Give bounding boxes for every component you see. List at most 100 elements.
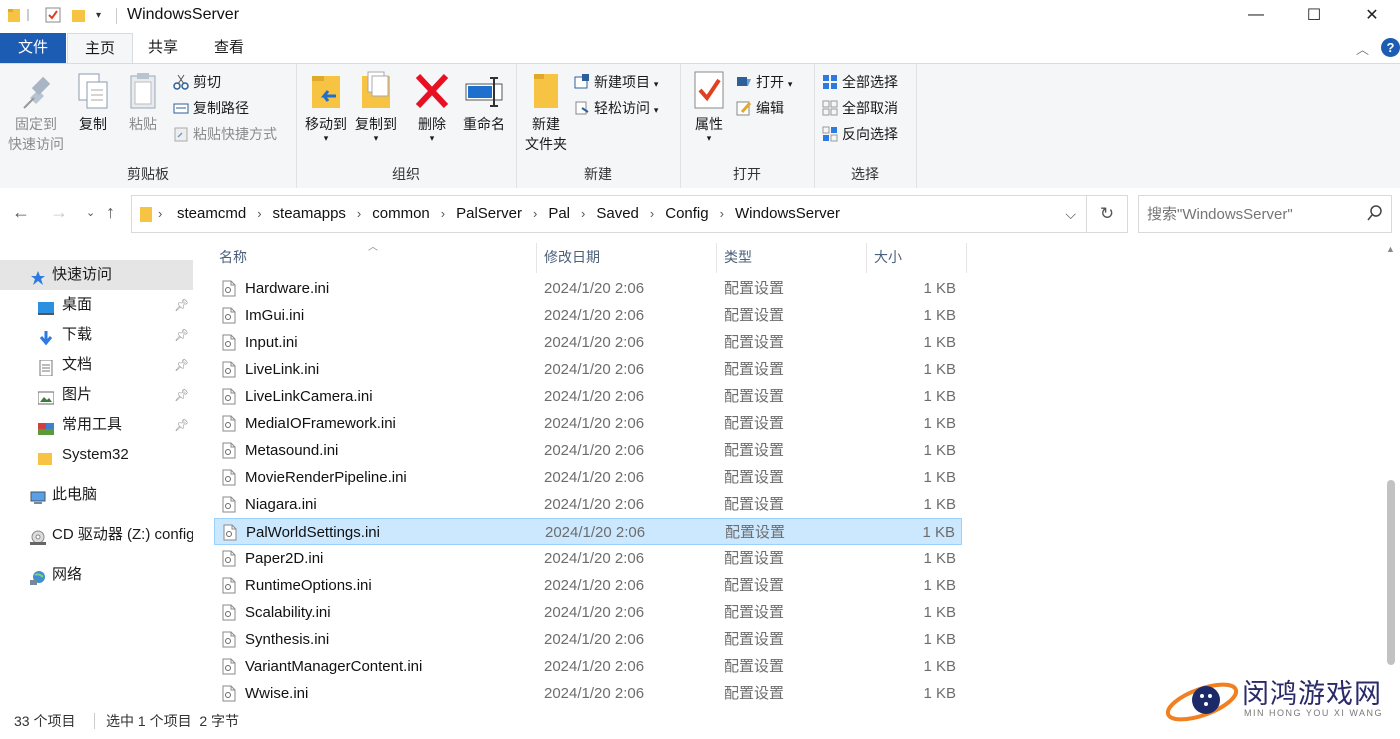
cut-button[interactable]: 剪切 [173, 71, 221, 93]
customize-toolbar-icon[interactable]: ▾ [96, 10, 106, 26]
select-none-button[interactable]: 全部取消 [822, 97, 898, 119]
table-row[interactable]: LiveLink.ini 2024/1/20 2:06 配置设置 1 KB [214, 356, 962, 383]
breadcrumb-item[interactable]: steamcmd [177, 205, 246, 222]
breadcrumb-chevron-icon[interactable]: › [650, 206, 654, 221]
sidebar-item-cd-drive[interactable]: CD 驱动器 (Z:) config [0, 520, 193, 550]
breadcrumb-item[interactable]: Saved [596, 205, 639, 222]
breadcrumb-chevron-icon[interactable]: › [581, 206, 585, 221]
breadcrumb-item[interactable]: Pal [548, 205, 570, 222]
search-input[interactable] [1147, 204, 1347, 224]
table-row[interactable]: Metasound.ini 2024/1/20 2:06 配置设置 1 KB [214, 437, 962, 464]
pin-icon[interactable]: 📌︎ [174, 410, 189, 440]
table-row[interactable]: Input.ini 2024/1/20 2:06 配置设置 1 KB [214, 329, 962, 356]
delete-button[interactable]: 删除 ▾ [410, 70, 454, 143]
pin-icon[interactable]: 📌︎ [174, 350, 189, 380]
sidebar-item-tools[interactable]: 常用工具 📌︎ [0, 410, 193, 440]
edit-button[interactable]: 编辑 [736, 97, 784, 119]
open-button[interactable]: 打开 ▾ [736, 71, 792, 93]
vertical-scrollbar[interactable]: ▲ [1382, 240, 1400, 705]
column-divider[interactable] [966, 243, 967, 273]
search-icon[interactable] [1367, 204, 1383, 225]
search-box[interactable] [1138, 195, 1392, 233]
pin-icon[interactable]: 📌︎ [174, 290, 189, 320]
new-folder-button[interactable]: 新建 文件夹 [520, 70, 572, 154]
copy-to-button[interactable]: 复制到 ▾ [352, 70, 400, 143]
column-header-modified[interactable]: 修改日期 [544, 240, 600, 274]
table-row[interactable]: Niagara.ini 2024/1/20 2:06 配置设置 1 KB [214, 491, 962, 518]
up-arrow-icon[interactable]: ↑ [106, 202, 115, 223]
breadcrumb-item[interactable]: steamapps [273, 205, 346, 222]
table-row[interactable]: RuntimeOptions.ini 2024/1/20 2:06 配置设置 1 KB [214, 572, 962, 599]
column-divider[interactable] [866, 243, 867, 273]
rename-button[interactable]: 重命名 [458, 70, 510, 134]
new-folder-icon[interactable] [72, 7, 86, 23]
collapse-ribbon-icon[interactable]: ︿ [1356, 39, 1369, 58]
breadcrumb-chevron-icon[interactable]: › [357, 206, 361, 221]
tab-view[interactable]: 查看 [197, 33, 261, 63]
sidebar-item-quick-access[interactable]: 快速访问 [0, 260, 193, 290]
table-row[interactable]: MediaIOFramework.ini 2024/1/20 2:06 配置设置 1 … [214, 410, 962, 437]
paste-shortcut-button[interactable]: 粘贴快捷方式 [173, 123, 277, 145]
table-row[interactable]: Scalability.ini 2024/1/20 2:06 配置设置 1 KB [214, 599, 962, 626]
new-item-button[interactable]: 新建项目 ▾ [574, 71, 658, 93]
sidebar-item-network[interactable]: 网络 [0, 560, 193, 590]
table-row[interactable]: PalWorldSettings.ini 2024/1/20 2:06 配置设置 1 … [214, 518, 962, 545]
breadcrumb-item[interactable]: WindowsServer [735, 205, 840, 222]
copy-path-button[interactable]: 复制路径 [173, 97, 249, 119]
table-row[interactable]: Wwise.ini 2024/1/20 2:06 配置设置 1 KB [214, 680, 962, 707]
table-row[interactable]: ImGui.ini 2024/1/20 2:06 配置设置 1 KB [214, 302, 962, 329]
table-row[interactable]: LiveLinkCamera.ini 2024/1/20 2:06 配置设置 1 KB [214, 383, 962, 410]
breadcrumb-chevron-icon[interactable]: › [533, 206, 537, 221]
minimize-button[interactable]: — [1227, 0, 1285, 30]
table-row[interactable]: Hardware.ini 2024/1/20 2:06 配置设置 1 KB [214, 275, 962, 302]
help-icon[interactable]: ? [1381, 38, 1400, 57]
sidebar-item-desktop[interactable]: 桌面 📌︎ [0, 290, 193, 320]
breadcrumb-chevron-icon[interactable]: › [158, 196, 162, 232]
breadcrumb-item[interactable]: PalServer [456, 205, 522, 222]
invert-selection-button[interactable]: 反向选择 [822, 123, 898, 145]
close-button[interactable]: ✕ [1343, 0, 1400, 30]
select-all-button[interactable]: 全部选择 [822, 71, 898, 93]
breadcrumb-chevron-icon[interactable]: › [441, 206, 445, 221]
breadcrumb-item[interactable]: common [372, 205, 430, 222]
table-row[interactable]: MovieRenderPipeline.ini 2024/1/20 2:06 配置设… [214, 464, 962, 491]
breadcrumb-item[interactable]: Config [665, 205, 708, 222]
easy-access-button[interactable]: 轻松访问 ▾ [574, 97, 658, 119]
pin-icon[interactable]: 📌︎ [174, 320, 189, 350]
sidebar-item-system32[interactable]: System32 [0, 440, 193, 470]
forward-arrow-icon[interactable]: → [50, 202, 68, 223]
move-to-button[interactable]: 移动到 ▾ [302, 70, 350, 143]
column-divider[interactable] [716, 243, 717, 273]
sidebar-item-this-pc[interactable]: 此电脑 [0, 480, 193, 510]
tab-file[interactable]: 文件 [0, 33, 66, 63]
scroll-up-icon[interactable]: ▲ [1386, 244, 1395, 254]
maximize-button[interactable]: ☐ [1285, 0, 1343, 30]
column-header-type[interactable]: 类型 [724, 240, 752, 274]
address-dropdown-icon[interactable]: ⌵ [1065, 196, 1076, 232]
properties-icon[interactable] [45, 7, 61, 23]
scrollbar-thumb[interactable] [1387, 480, 1395, 665]
sidebar-item-downloads[interactable]: 下载 📌︎ [0, 320, 193, 350]
column-divider[interactable] [536, 243, 537, 273]
breadcrumb-chevron-icon[interactable]: › [720, 206, 724, 221]
file-modified: 2024/1/20 2:06 [544, 658, 645, 675]
back-arrow-icon[interactable]: ← [12, 202, 30, 223]
sidebar-item-documents[interactable]: 文档 📌︎ [0, 350, 193, 380]
copy-button[interactable]: 复制 [70, 70, 116, 134]
table-row[interactable]: VariantManagerContent.ini 2024/1/20 2:06 配… [214, 653, 962, 680]
properties-button[interactable]: 属性 ▾ [686, 70, 732, 143]
paste-button[interactable]: 粘贴 [120, 70, 166, 134]
address-bar[interactable]: › steamcmd › steamapps › common › PalServer › Pa… [131, 195, 1087, 233]
tab-home[interactable]: 主页 [67, 33, 133, 64]
refresh-icon[interactable]: ↻ [1086, 195, 1128, 233]
sidebar-item-pictures[interactable]: 图片 📌︎ [0, 380, 193, 410]
pin-icon[interactable]: 📌︎ [174, 380, 189, 410]
tab-share[interactable]: 共享 [131, 33, 195, 63]
column-header-size[interactable]: 大小 [874, 240, 902, 274]
column-header-name[interactable]: 名称 [219, 240, 247, 274]
table-row[interactable]: Paper2D.ini 2024/1/20 2:06 配置设置 1 KB [214, 545, 962, 572]
pin-to-quick-access-button[interactable]: 固定到 快速访问 [4, 70, 68, 154]
recent-locations-icon[interactable]: ⌄ [86, 206, 95, 219]
table-row[interactable]: Synthesis.ini 2024/1/20 2:06 配置设置 1 KB [214, 626, 962, 653]
breadcrumb-chevron-icon[interactable]: › [257, 206, 261, 221]
